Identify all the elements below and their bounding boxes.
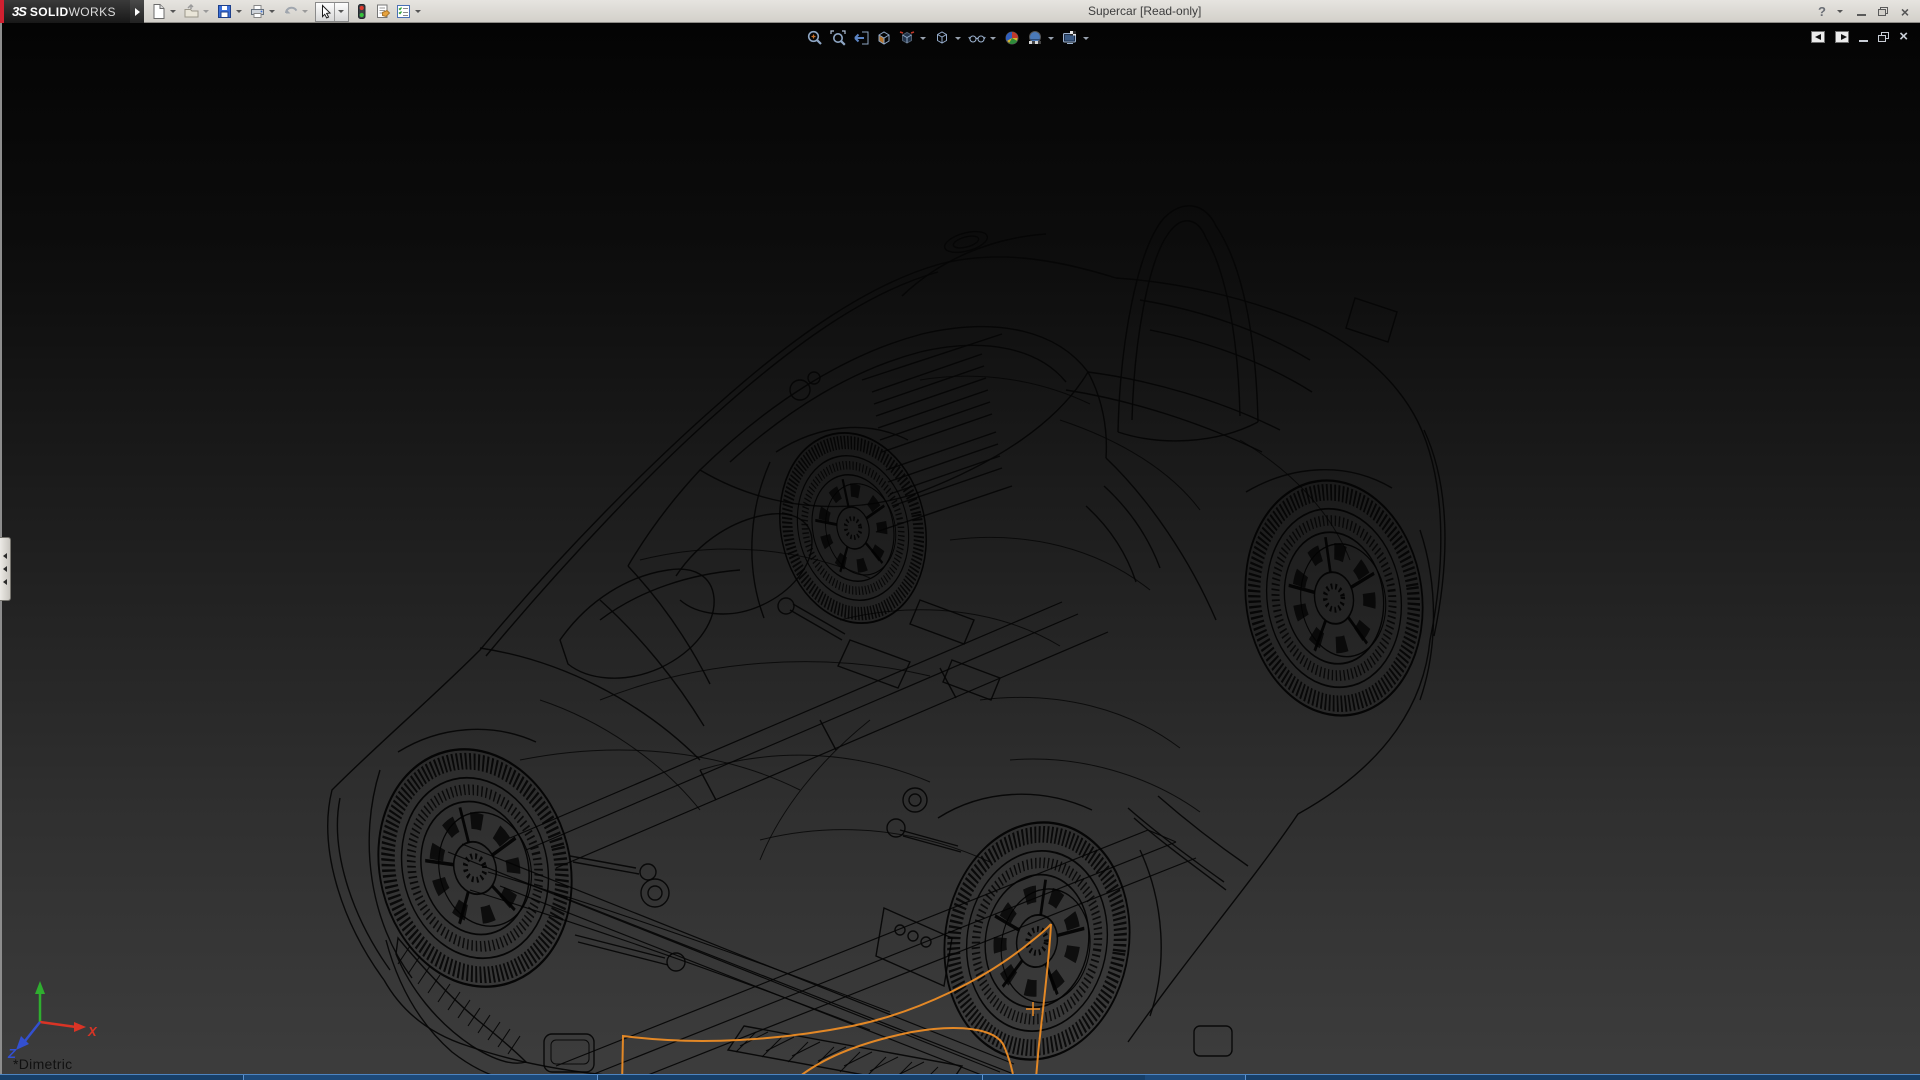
splitter-arrow-icon xyxy=(3,553,7,559)
undo-dropdown-arrow[interactable] xyxy=(302,10,308,13)
print-dropdown-arrow[interactable] xyxy=(269,10,275,13)
view-settings-button[interactable] xyxy=(1061,29,1091,47)
wordmark-light: WORKS xyxy=(69,5,116,19)
brand-accent-stripe xyxy=(0,0,4,23)
print-button[interactable] xyxy=(249,1,278,22)
select-tool-button[interactable] xyxy=(315,2,349,22)
menu-flyout-button[interactable] xyxy=(130,0,144,23)
file-properties-icon xyxy=(374,3,391,20)
view-settings-icon xyxy=(1061,29,1079,47)
restore-icon xyxy=(1878,7,1888,16)
wordmark-bold: SOLID xyxy=(30,5,69,19)
taskbar-segment xyxy=(244,1075,597,1080)
pane-toggle-right-button[interactable] xyxy=(1835,31,1849,43)
doc-minimize-icon xyxy=(1859,40,1868,42)
minimize-icon xyxy=(1857,14,1866,16)
minimize-button[interactable] xyxy=(1854,5,1868,19)
apply-scene-dropdown-arrow[interactable] xyxy=(1048,37,1054,40)
file-properties-button[interactable] xyxy=(374,1,391,22)
pane-toggle-left-button[interactable] xyxy=(1811,31,1825,43)
solidworks-logo: 3S SOLIDWORKS xyxy=(0,0,130,23)
orientation-triad[interactable]: X Z xyxy=(7,981,98,1061)
view-orientation-label: *Dimetric xyxy=(13,1056,72,1072)
close-button[interactable]: × xyxy=(1898,5,1912,19)
view-orientation-icon xyxy=(898,29,916,47)
headsup-view-toolbar xyxy=(806,29,1091,47)
options-icon xyxy=(395,3,412,20)
pane-toggle-right-icon xyxy=(1841,34,1847,40)
feature-pane-splitter-tab[interactable] xyxy=(0,537,11,601)
new-dropdown-arrow[interactable] xyxy=(170,10,176,13)
taskbar-segment xyxy=(1145,1075,1245,1080)
doc-restore-icon xyxy=(1878,32,1889,42)
graphics-area[interactable]: X Z xyxy=(0,23,1920,1080)
select-dropdown-button[interactable] xyxy=(334,3,347,21)
main-toolbar xyxy=(150,0,424,23)
taskbar-divider xyxy=(597,1075,598,1080)
taskbar-sliver xyxy=(0,1074,1920,1080)
select-cursor-icon xyxy=(317,3,334,20)
triad-x-label: X xyxy=(87,1024,98,1039)
undo-icon xyxy=(282,3,299,20)
flyout-arrow-icon xyxy=(135,8,140,16)
display-style-dropdown-arrow[interactable] xyxy=(955,37,961,40)
help-icon[interactable]: ? xyxy=(1818,4,1826,19)
previous-view-icon xyxy=(852,29,870,47)
car-wireframe-model[interactable] xyxy=(328,206,1445,1080)
section-view-icon xyxy=(875,29,893,47)
doc-restore-button[interactable] xyxy=(1878,30,1889,44)
help-dropdown-arrow[interactable] xyxy=(1837,10,1843,13)
document-title: Supercar [Read-only] xyxy=(1088,0,1201,23)
apply-scene-icon xyxy=(1026,29,1044,47)
open-dropdown-arrow[interactable] xyxy=(203,10,209,13)
edit-appearance-icon xyxy=(1003,29,1021,47)
hide-show-dropdown-arrow[interactable] xyxy=(990,37,996,40)
doc-close-button[interactable]: × xyxy=(1899,30,1908,44)
options-button[interactable] xyxy=(395,1,424,22)
save-dropdown-arrow[interactable] xyxy=(236,10,242,13)
new-document-icon xyxy=(150,3,167,20)
open-document-button[interactable] xyxy=(183,1,212,22)
titlebar-controls: ? × xyxy=(1818,0,1912,23)
rebuild-button[interactable] xyxy=(353,1,370,22)
new-document-button[interactable] xyxy=(150,1,179,22)
pane-toggle-left-icon xyxy=(1815,34,1821,40)
display-style-icon xyxy=(933,29,951,47)
restore-button[interactable] xyxy=(1876,5,1890,19)
section-view-button[interactable] xyxy=(875,29,893,47)
hide-show-items-button[interactable] xyxy=(968,29,998,47)
document-window-controls: × xyxy=(1811,30,1908,44)
brand-3s-logo-glyph: 3S xyxy=(12,4,26,19)
view-orientation-button[interactable] xyxy=(898,29,928,47)
model-scene[interactable]: X Z xyxy=(0,23,1920,1080)
view-orientation-dropdown-arrow[interactable] xyxy=(920,37,926,40)
splitter-arrow-icon xyxy=(3,566,7,572)
save-button[interactable] xyxy=(216,1,245,22)
taskbar-divider xyxy=(982,1075,983,1080)
options-dropdown-arrow[interactable] xyxy=(415,10,421,13)
brand-wordmark: SOLIDWORKS xyxy=(30,5,116,19)
doc-minimize-button[interactable] xyxy=(1859,30,1868,44)
zoom-to-fit-icon xyxy=(806,29,824,47)
apply-scene-button[interactable] xyxy=(1026,29,1056,47)
view-settings-dropdown-arrow[interactable] xyxy=(1083,37,1089,40)
print-icon xyxy=(249,3,266,20)
display-style-button[interactable] xyxy=(933,29,963,47)
zoom-to-area-button[interactable] xyxy=(829,29,847,47)
undo-button[interactable] xyxy=(282,1,311,22)
splitter-arrow-icon xyxy=(3,579,7,585)
save-icon xyxy=(216,3,233,20)
zoom-to-area-icon xyxy=(829,29,847,47)
hide-show-items-icon xyxy=(968,29,986,47)
solidworks-window: 3S SOLIDWORKS xyxy=(0,0,1920,1080)
edit-appearance-button[interactable] xyxy=(1003,29,1021,47)
previous-view-button[interactable] xyxy=(852,29,870,47)
titlebar: 3S SOLIDWORKS xyxy=(0,0,1920,23)
rebuild-traffic-light-icon xyxy=(353,3,370,20)
open-document-icon xyxy=(183,3,200,20)
taskbar-divider xyxy=(1245,1075,1246,1080)
zoom-to-fit-button[interactable] xyxy=(806,29,824,47)
